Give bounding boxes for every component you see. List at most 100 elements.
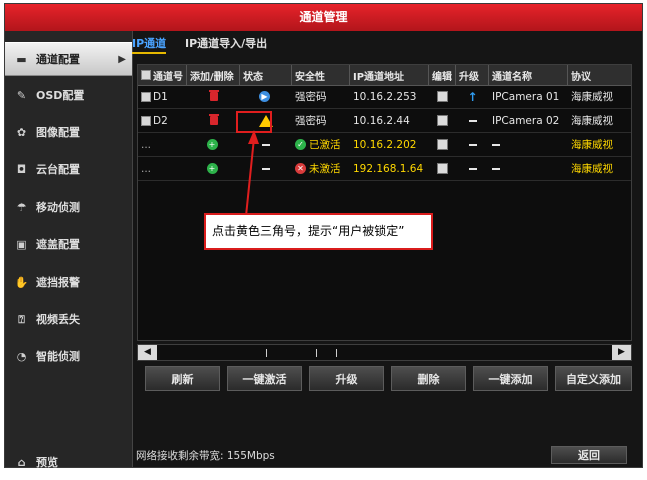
home-icon: ⌂: [17, 456, 26, 469]
scroll-right-button[interactable]: ▶: [612, 345, 631, 360]
sidebar-item-smart-detection[interactable]: ◔ 智能侦测: [5, 340, 132, 374]
dash-icon: [468, 167, 477, 170]
sidebar-item-label: 智能侦测: [36, 350, 80, 363]
upgrade-arrow-icon[interactable]: ↑: [467, 90, 477, 104]
delete-icon[interactable]: [208, 114, 219, 125]
edit-icon[interactable]: [437, 139, 448, 150]
edit-icon[interactable]: [437, 115, 448, 126]
upgrade-button[interactable]: 升级: [309, 366, 384, 391]
sidebar-item-label: 通道配置: [36, 53, 80, 66]
motion-detection-icon: ☂: [16, 201, 27, 214]
security-value: 未激活: [309, 163, 341, 175]
dash-icon: [468, 119, 477, 122]
ptz-icon: ◘: [16, 163, 27, 176]
refresh-button[interactable]: 刷新: [145, 366, 220, 391]
action-bar: 刷新 一键激活 升级 删除 一键添加 自定义添加: [137, 366, 632, 392]
security-value: 已激活: [309, 139, 341, 151]
delete-button[interactable]: 删除: [391, 366, 466, 391]
custom-add-button[interactable]: 自定义添加: [555, 366, 632, 391]
sidebar-item-label: OSD配置: [36, 89, 85, 102]
channel-number: D1: [153, 90, 168, 103]
sidebar-item-label: 图像配置: [36, 126, 80, 139]
smart-detection-icon: ◔: [16, 350, 27, 363]
header-security: 安全性: [292, 65, 350, 85]
preview-label: 预览: [36, 456, 58, 469]
header-protocol: 协议: [571, 71, 591, 83]
one-key-add-button[interactable]: 一键添加: [473, 366, 548, 391]
sidebar-item-privacy-mask[interactable]: ▣ 遮盖配置: [5, 228, 132, 262]
sidebar-item-osd-config[interactable]: ✎ OSD配置: [5, 79, 132, 113]
add-icon[interactable]: +: [206, 163, 218, 174]
tamper-alarm-icon: ✋: [14, 276, 29, 289]
table-header: 通道号 添加/删除 状态 安全性 IP通道地址 编辑 升级 通道名称 协议: [138, 65, 631, 86]
header-status: 状态: [240, 65, 292, 85]
back-button[interactable]: 返回: [551, 446, 627, 464]
protocol: 海康威视: [571, 115, 613, 127]
ip-address: 10.16.2.44: [353, 114, 410, 127]
sidebar-item-label: 移动侦测: [36, 201, 80, 214]
scroll-left-button[interactable]: ◀: [138, 345, 157, 360]
channel-name-empty: [492, 167, 500, 170]
window-title: 通道管理: [5, 4, 642, 31]
header-channel: 通道号: [138, 65, 187, 85]
sidebar-item-label: 视频丢失: [36, 313, 80, 326]
table-row[interactable]: D2 强密码 10.16.2.44 IPCamera 02 海康威视: [138, 109, 631, 133]
chevron-right-icon: ▶: [118, 54, 126, 65]
ip-address: 192.168.1.64: [353, 162, 424, 175]
sidebar-item-label: 遮挡报警: [36, 276, 80, 289]
inactive-x-icon: ✕: [295, 163, 306, 174]
add-icon[interactable]: +: [206, 139, 218, 150]
protocol: 海康威视: [571, 139, 613, 151]
header-upgrade: 升级: [456, 65, 489, 85]
security-value: 强密码: [295, 115, 327, 127]
one-key-activate-button[interactable]: 一键激活: [227, 366, 302, 391]
horizontal-scrollbar[interactable]: ◀ ▶: [137, 344, 632, 361]
tab-ip-channel-import-export[interactable]: IP通道导入/导出: [185, 35, 267, 51]
channel-name: IPCamera 02: [492, 114, 560, 127]
sidebar-item-motion-detection[interactable]: ☂ 移动侦测: [5, 191, 132, 225]
channel-name: IPCamera 01: [492, 90, 560, 103]
ip-address: 10.16.2.202: [353, 138, 417, 151]
header-channel-name: 通道名称: [489, 65, 568, 85]
header-edit: 编辑: [429, 65, 456, 85]
channel-table: 通道号 添加/删除 状态 安全性 IP通道地址 编辑 升级 通道名称 协议 D1…: [137, 64, 632, 341]
sidebar-item-ptz-config[interactable]: ◘ 云台配置: [5, 153, 132, 187]
row-checkbox[interactable]: [141, 115, 151, 126]
protocol: 海康威视: [571, 163, 613, 175]
preview-button[interactable]: ⌂ 预览: [5, 446, 132, 480]
edit-icon[interactable]: [437, 163, 448, 174]
select-all-checkbox[interactable]: [141, 70, 151, 80]
sidebar-item-channel-config[interactable]: ▬ 通道配置 ▶: [5, 42, 132, 76]
header-ip-address: IP通道地址: [350, 65, 429, 85]
table-row[interactable]: ... + ✕ 未激活 192.168.1.64 海康威视: [138, 157, 631, 181]
annotation-callout: 点击黄色三角号，提示“用户被锁定”: [204, 213, 433, 250]
delete-icon[interactable]: [208, 90, 219, 101]
channel-name-empty: [492, 143, 500, 146]
row-checkbox[interactable]: [141, 91, 151, 102]
sidebar-item-tamper-alarm[interactable]: ✋ 遮挡报警: [5, 266, 132, 300]
check-icon: ✓: [295, 139, 306, 150]
annotation-arrow: [245, 130, 259, 217]
table-row[interactable]: D1 ▶ 强密码 10.16.2.253 ↑ IPCamera 01 海康威视: [138, 85, 631, 109]
camera-icon: ▬: [16, 53, 27, 66]
header-add-delete: 添加/删除: [187, 65, 240, 85]
privacy-mask-icon: ▣: [16, 238, 27, 251]
channel-number: ...: [141, 138, 152, 151]
video-loss-icon: ⍰: [18, 313, 25, 326]
tab-ip-channel[interactable]: IP通道: [132, 35, 167, 54]
sidebar-item-label: 遮盖配置: [36, 238, 80, 251]
sidebar-item-label: 云台配置: [36, 163, 80, 176]
security-value: 强密码: [295, 91, 327, 103]
channel-number: ...: [141, 162, 152, 175]
sidebar-item-video-loss[interactable]: ⍰ 视频丢失: [5, 303, 132, 337]
dash-icon: [468, 143, 477, 146]
osd-icon: ✎: [16, 89, 27, 102]
sidebar: ▬ 通道配置 ▶ ✎ OSD配置 ✿ 图像配置 ◘ 云台配置 ☂ 移动侦测 ▣ 遮盖配置 ✋…: [5, 31, 133, 469]
sidebar-item-image-config[interactable]: ✿ 图像配置: [5, 116, 132, 150]
play-icon[interactable]: ▶: [259, 91, 270, 102]
image-settings-icon: ✿: [16, 126, 27, 139]
edit-icon[interactable]: [437, 91, 448, 102]
table-row[interactable]: ... + ✓ 已激活 10.16.2.202 海康威视: [138, 133, 631, 157]
ip-address: 10.16.2.253: [353, 90, 417, 103]
protocol: 海康威视: [571, 91, 613, 103]
